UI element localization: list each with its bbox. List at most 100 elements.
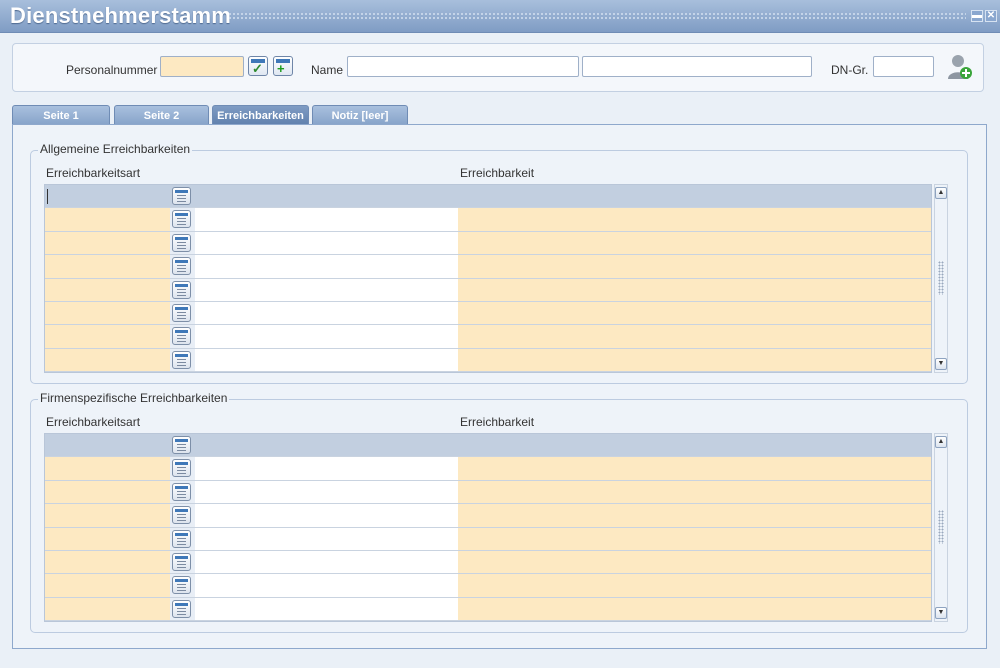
name-second-input[interactable] — [582, 56, 812, 77]
lookup-list-icon[interactable] — [172, 599, 191, 618]
table-row[interactable] — [45, 255, 931, 279]
table-row[interactable] — [45, 480, 931, 505]
erreichbarkeit-cell[interactable] — [458, 574, 931, 597]
scroll-grip[interactable] — [938, 261, 944, 295]
table-row[interactable] — [45, 527, 931, 551]
lookup-cell — [170, 231, 195, 255]
personalnummer-input[interactable] — [160, 56, 244, 77]
grid-scrollbar[interactable]: ▲ ▼ — [934, 433, 948, 622]
column-header-value: Erreichbarkeit — [460, 415, 535, 429]
table-row[interactable] — [45, 325, 931, 349]
table-row[interactable] — [45, 434, 931, 458]
erreichbarkeitsart-cell[interactable] — [45, 301, 171, 325]
erreichbarkeit-cell[interactable] — [458, 480, 931, 504]
table-row[interactable] — [45, 278, 931, 302]
tab-seite-2[interactable]: Seite 2 — [114, 105, 209, 125]
erreichbarkeitsart-cell[interactable] — [45, 231, 171, 255]
scroll-up-icon[interactable]: ▲ — [935, 187, 947, 199]
scroll-up-icon[interactable]: ▲ — [935, 436, 947, 448]
table-row[interactable] — [45, 457, 931, 481]
tab-notiz[interactable]: Notiz [leer] — [312, 105, 408, 125]
lookup-list-icon[interactable] — [172, 552, 191, 571]
table-row[interactable] — [45, 504, 931, 528]
erreichbarkeit-cell[interactable] — [458, 348, 931, 372]
close-icon[interactable]: ✕ — [985, 10, 997, 22]
erreichbarkeit-cell[interactable] — [458, 504, 931, 527]
erreichbarkeitsart-cell[interactable] — [45, 434, 171, 457]
erreichbarkeit-cell[interactable] — [458, 208, 931, 231]
erreichbarkeitsart-cell[interactable] — [45, 185, 171, 208]
scroll-down-icon[interactable]: ▼ — [935, 607, 947, 619]
erreichbarkeitsart-cell[interactable] — [45, 527, 171, 550]
scroll-down-icon[interactable]: ▼ — [935, 358, 947, 370]
group-title: Firmenspezifische Erreichbarkeiten — [38, 391, 230, 405]
lookup-list-icon[interactable] — [172, 350, 191, 369]
group-allgemeine-erreichbarkeiten: Allgemeine Erreichbarkeiten Erreichbarke… — [30, 142, 968, 384]
erreichbarkeitsart-cell[interactable] — [45, 348, 171, 372]
lookup-list-icon[interactable] — [172, 187, 191, 205]
lookup-list-icon[interactable] — [172, 303, 191, 322]
lookup-list-icon[interactable] — [172, 576, 191, 595]
lookup-list-icon[interactable] — [172, 233, 191, 252]
erreichbarkeitsart-cell[interactable] — [45, 457, 171, 480]
erreichbarkeitsart-cell[interactable] — [45, 208, 171, 231]
erreichbarkeit-cell[interactable] — [458, 231, 931, 255]
erreichbarkeit-cell[interactable] — [458, 255, 931, 278]
lookup-list-icon[interactable] — [172, 257, 191, 276]
lookup-cell — [170, 434, 195, 457]
erreichbarkeit-cell[interactable] — [458, 434, 931, 457]
name-first-input[interactable] — [347, 56, 579, 77]
erreichbarkeitsart-cell[interactable] — [45, 550, 171, 574]
title-bar-pattern — [228, 12, 966, 20]
erreichbarkeitsart-cell[interactable] — [45, 597, 171, 621]
table-row[interactable] — [45, 208, 931, 232]
erreichbarkeitsart-description-cell — [195, 348, 459, 372]
window-title: Dienstnehmerstamm — [10, 3, 232, 28]
grid-scrollbar[interactable]: ▲ ▼ — [934, 184, 948, 373]
scroll-grip[interactable] — [938, 510, 944, 544]
confirm-check-icon[interactable]: ✓ — [248, 56, 268, 76]
employee-search-panel: Personalnummer ✓ + Name DN-Gr. — [12, 43, 984, 92]
erreichbarkeit-cell[interactable] — [458, 301, 931, 325]
tab-seite-1[interactable]: Seite 1 — [12, 105, 110, 125]
lookup-cell — [170, 278, 195, 301]
lookup-list-icon[interactable] — [172, 280, 191, 299]
lookup-list-icon[interactable] — [172, 327, 191, 346]
erreichbarkeitsart-cell[interactable] — [45, 278, 171, 301]
lookup-list-icon[interactable] — [172, 210, 191, 229]
table-row[interactable] — [45, 301, 931, 326]
erreichbarkeit-cell[interactable] — [458, 278, 931, 301]
dngr-input[interactable] — [873, 56, 934, 77]
erreichbarkeit-cell[interactable] — [458, 527, 931, 550]
table-row[interactable] — [45, 231, 931, 256]
erreichbarkeit-cell[interactable] — [458, 597, 931, 621]
add-new-icon[interactable]: + — [273, 56, 293, 76]
table-row[interactable] — [45, 597, 931, 622]
erreichbarkeitsart-cell[interactable] — [45, 325, 171, 348]
table-row[interactable] — [45, 348, 931, 373]
lookup-list-icon[interactable] — [172, 459, 191, 478]
lookup-list-icon[interactable] — [172, 506, 191, 525]
erreichbarkeitsart-cell[interactable] — [45, 480, 171, 504]
table-row[interactable] — [45, 550, 931, 575]
table-row[interactable] — [45, 185, 931, 209]
table-row[interactable] — [45, 574, 931, 598]
name-label: Name — [311, 63, 344, 77]
lookup-list-icon[interactable] — [172, 482, 191, 501]
minimize-icon[interactable]: ▬ — [971, 10, 983, 22]
add-person-icon[interactable] — [947, 53, 973, 81]
erreichbarkeitsart-cell[interactable] — [45, 255, 171, 278]
erreichbarkeitsart-description-cell — [195, 231, 459, 255]
erreichbarkeit-cell[interactable] — [458, 550, 931, 574]
erreichbarkeitsart-cell[interactable] — [45, 574, 171, 597]
erreichbarkeitsart-cell[interactable] — [45, 504, 171, 527]
erreichbarkeitsart-description-cell — [195, 480, 459, 504]
erreichbarkeitsart-description-cell — [195, 325, 459, 348]
lookup-list-icon[interactable] — [172, 436, 191, 454]
lookup-list-icon[interactable] — [172, 529, 191, 548]
tab-erreichbarkeiten[interactable]: Erreichbarkeiten — [212, 105, 309, 125]
lookup-cell — [170, 348, 195, 372]
erreichbarkeit-cell[interactable] — [458, 457, 931, 480]
erreichbarkeit-cell[interactable] — [458, 185, 931, 208]
erreichbarkeit-cell[interactable] — [458, 325, 931, 348]
